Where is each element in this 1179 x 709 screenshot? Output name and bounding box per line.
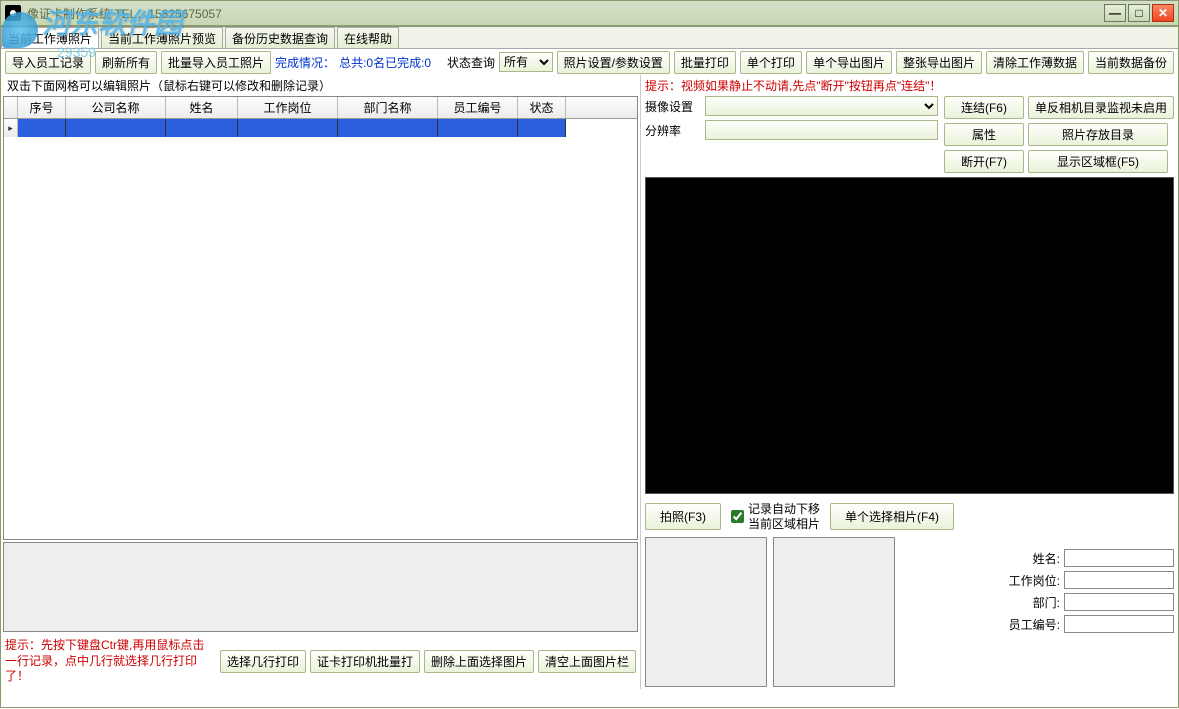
left-panel: 双击下面网格可以编辑照片（鼠标右键可以修改和删除记录） 序号 公司名称 姓名 工… — [1, 75, 641, 689]
grid-edit-hint: 双击下面网格可以编辑照片（鼠标右键可以修改和删除记录） — [1, 75, 640, 96]
employee-grid[interactable]: 序号 公司名称 姓名 工作岗位 部门名称 员工编号 状态 — [3, 96, 638, 540]
main-toolbar: 导入员工记录 刷新所有 批量导入员工照片 完成情况： 总共:0名已完成:0 状态… — [1, 49, 1178, 75]
resolution-label: 分辨率 — [645, 122, 701, 139]
col-empno[interactable]: 员工编号 — [438, 97, 518, 118]
dept-field[interactable] — [1064, 593, 1174, 611]
col-index[interactable]: 序号 — [18, 97, 66, 118]
delete-selected-button[interactable]: 删除上面选择图片 — [424, 650, 534, 673]
clear-workbook-button[interactable]: 清除工作薄数据 — [986, 51, 1084, 74]
single-export-button[interactable]: 单个导出图片 — [806, 51, 892, 74]
photo-settings-button[interactable]: 照片设置/参数设置 — [557, 51, 670, 74]
auto-move-checkbox[interactable] — [731, 510, 744, 523]
complete-stat: 总共:0名已完成:0 — [339, 54, 431, 71]
tab-strip: 当前工作薄照片 当前工作薄照片预览 备份历史数据查询 在线帮助 — [1, 27, 1178, 49]
status-select[interactable]: 所有 — [499, 52, 553, 72]
batch-print-button[interactable]: 批量打印 — [674, 51, 736, 74]
title-bar: 像证卡制作系统 TEL：15825675057 — □ ✕ — [0, 0, 1179, 26]
disconnect-button[interactable]: 断开(F7) — [944, 150, 1024, 173]
video-preview — [645, 177, 1174, 494]
single-print-button[interactable]: 单个打印 — [740, 51, 802, 74]
empno-label: 员工编号: — [1009, 616, 1060, 633]
col-company[interactable]: 公司名称 — [66, 97, 166, 118]
photo-preview-1 — [645, 537, 767, 687]
refresh-button[interactable]: 刷新所有 — [95, 51, 157, 74]
area-photo-label: 当前区域相片 — [748, 517, 820, 531]
complete-label: 完成情况： — [275, 54, 335, 71]
dept-label: 部门: — [1033, 594, 1060, 611]
post-field[interactable] — [1064, 571, 1174, 589]
show-area-button[interactable]: 显示区域框(F5) — [1028, 150, 1168, 173]
ctrl-select-hint: 提示：先按下键盘Ctr键,再用鼠标点击一行记录，点中几行就选择几行打印了！ — [5, 638, 216, 685]
post-label: 工作岗位: — [1009, 572, 1060, 589]
single-select-photo-button[interactable]: 单个选择相片(F4) — [830, 503, 954, 530]
empno-field[interactable] — [1064, 615, 1174, 633]
thumbnail-strip — [3, 542, 638, 632]
resolution-input[interactable] — [705, 120, 938, 140]
col-name[interactable]: 姓名 — [166, 97, 238, 118]
photo-dir-button[interactable]: 照片存放目录 — [1028, 123, 1168, 146]
tab-preview[interactable]: 当前工作薄照片预览 — [101, 27, 223, 48]
employee-form: 姓名: 工作岗位: 部门: 员工编号: — [901, 537, 1174, 687]
close-button[interactable]: ✕ — [1152, 4, 1174, 22]
batch-import-button[interactable]: 批量导入员工照片 — [161, 51, 271, 74]
card-batch-print-button[interactable]: 证卡打印机批量打 — [310, 650, 420, 673]
col-post[interactable]: 工作岗位 — [238, 97, 338, 118]
full-export-button[interactable]: 整张导出图片 — [896, 51, 982, 74]
import-button[interactable]: 导入员工记录 — [5, 51, 91, 74]
col-status[interactable]: 状态 — [518, 97, 566, 118]
app-icon — [5, 5, 21, 21]
camera-label: 摄像设置 — [645, 98, 701, 115]
right-panel: 提示：视频如果静止不动请,先点"断开"按钮再点"连结"！ 摄像设置 分辨率 连结… — [641, 75, 1178, 689]
minimize-button[interactable]: — — [1104, 4, 1126, 22]
select-rows-print-button[interactable]: 选择几行打印 — [220, 650, 306, 673]
auto-move-label: 记录自动下移 — [748, 502, 820, 516]
table-row[interactable] — [4, 119, 637, 137]
capture-button[interactable]: 拍照(F3) — [645, 503, 721, 530]
backup-button[interactable]: 当前数据备份 — [1088, 51, 1174, 74]
properties-button[interactable]: 属性 — [944, 123, 1024, 146]
photo-preview-2 — [773, 537, 895, 687]
col-dept[interactable]: 部门名称 — [338, 97, 438, 118]
tab-current-photos[interactable]: 当前工作薄照片 — [1, 27, 99, 48]
status-query-label: 状态查询 — [447, 54, 495, 71]
row-marker-icon — [4, 119, 18, 137]
name-label: 姓名: — [1033, 550, 1060, 567]
connect-button[interactable]: 连结(F6) — [944, 96, 1024, 119]
video-hint: 提示：视频如果静止不动请,先点"断开"按钮再点"连结"！ — [645, 77, 1174, 94]
maximize-button[interactable]: □ — [1128, 4, 1150, 22]
tab-help[interactable]: 在线帮助 — [337, 27, 399, 48]
window-title: 像证卡制作系统 TEL：15825675057 — [27, 5, 1104, 22]
clear-images-button[interactable]: 清空上面图片栏 — [538, 650, 636, 673]
grid-header: 序号 公司名称 姓名 工作岗位 部门名称 员工编号 状态 — [4, 97, 637, 119]
dslr-monitor-button[interactable]: 单反相机目录监视未启用 — [1028, 96, 1174, 119]
camera-select[interactable] — [705, 96, 938, 116]
name-field[interactable] — [1064, 549, 1174, 567]
tab-backup-history[interactable]: 备份历史数据查询 — [225, 27, 335, 48]
